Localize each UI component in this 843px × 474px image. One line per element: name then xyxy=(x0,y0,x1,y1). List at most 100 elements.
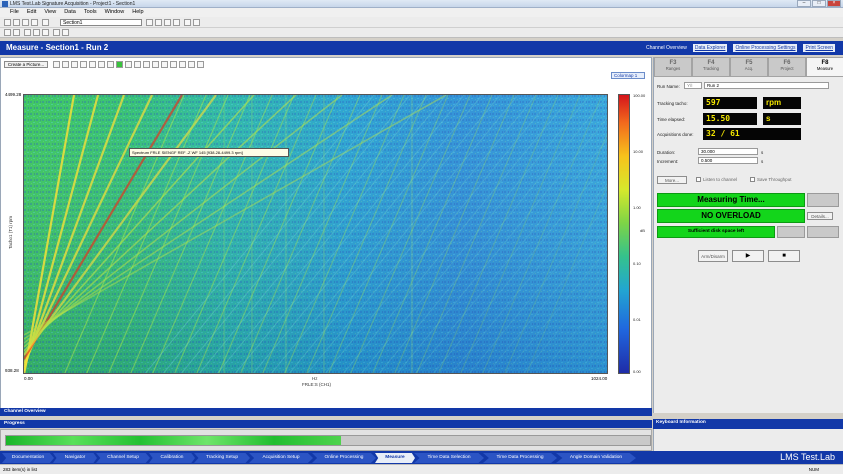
tab-ranges[interactable]: F3 Ranges xyxy=(654,57,692,77)
display-tool-icon[interactable] xyxy=(62,61,69,68)
display-tool-icon[interactable] xyxy=(179,61,186,68)
keyboard-information-bar: Keyboard Information xyxy=(653,419,843,429)
duration-field[interactable]: 30.000 xyxy=(698,148,758,155)
keyboard-information-panel xyxy=(653,429,843,451)
more-button[interactable]: More... xyxy=(657,176,687,184)
workflow-tab-time-data-selection[interactable]: Time Data Selection xyxy=(414,453,484,463)
channel-overview-bar[interactable]: Channel Overview xyxy=(0,408,652,416)
menu-edit[interactable]: Edit xyxy=(27,8,36,17)
close-button[interactable]: × xyxy=(827,0,841,7)
start-button[interactable]: ▶ xyxy=(732,250,764,262)
workflow-tab-measure[interactable]: Measure xyxy=(375,453,415,463)
display-tool-icon[interactable] xyxy=(170,61,177,68)
increment-label: Increment: xyxy=(657,159,679,164)
menu-help[interactable]: Help xyxy=(132,8,143,17)
display-tool-icon[interactable] xyxy=(125,61,132,68)
workflow-tab-angle-domain-validation[interactable]: Angle Domain Validation xyxy=(556,453,636,463)
increment-unit: s xyxy=(761,159,764,164)
colormap-tab[interactable]: Colormap 1 xyxy=(611,72,645,79)
undo-icon[interactable] xyxy=(4,29,11,36)
workflow-tab-channel-setup[interactable]: Channel Setup xyxy=(96,453,150,463)
display-tool-icon[interactable] xyxy=(71,61,78,68)
zoom-icon[interactable] xyxy=(24,29,31,36)
workflow-tab-tracking-setup[interactable]: Tracking Setup xyxy=(194,453,250,463)
menu-tools[interactable]: Tools xyxy=(84,8,97,17)
print-icon[interactable] xyxy=(31,19,38,26)
stop-button[interactable]: ■ xyxy=(768,250,800,262)
arm-disarm-button[interactable]: Arm/Disarm xyxy=(698,250,728,262)
open-icon[interactable] xyxy=(13,19,20,26)
save-icon[interactable] xyxy=(22,19,29,26)
online-processing-settings-link[interactable]: Online Processing Settings xyxy=(733,44,798,52)
details-button[interactable]: Details... xyxy=(807,212,833,220)
tab-tracking[interactable]: F4 Tracking xyxy=(692,57,730,77)
print-screen-link[interactable]: Print Screen xyxy=(803,44,835,52)
increment-field[interactable]: 0.500 xyxy=(698,157,758,164)
display-tool-icon[interactable] xyxy=(197,61,204,68)
new-icon[interactable] xyxy=(4,19,11,26)
spectrogram-plot[interactable] xyxy=(23,94,608,374)
status-indicator xyxy=(777,226,805,238)
cursor-tooltip: Spectrum FRLE SIENGF REF -Z WF 145 [938.… xyxy=(129,148,289,157)
workflow-tab-calibration[interactable]: Calibration xyxy=(149,453,195,463)
minimize-button[interactable]: – xyxy=(797,0,811,7)
workflow-tab-time-data-processing[interactable]: Time Data Processing xyxy=(483,453,557,463)
maximize-button[interactable]: □ xyxy=(812,0,826,7)
data-explorer-link[interactable]: Data Explorer xyxy=(692,44,728,52)
progress-header: Progress xyxy=(0,420,652,428)
delete-icon[interactable] xyxy=(155,19,162,26)
display-tool-icon[interactable] xyxy=(116,61,123,68)
display-tool-icon[interactable] xyxy=(152,61,159,68)
tab-acq[interactable]: F5 Acq. xyxy=(730,57,768,77)
save-throughput-checkbox[interactable]: Save Throughput xyxy=(750,177,791,182)
channel-overview-link[interactable]: Channel Overview xyxy=(646,44,687,52)
display-tool-icon[interactable] xyxy=(161,61,168,68)
paste-icon[interactable] xyxy=(173,19,180,26)
workflow-tab-navigator[interactable]: Navigator xyxy=(53,453,97,463)
run-name-field[interactable]: Run 2 xyxy=(704,82,829,89)
workflow-bar: Documentation Navigator Channel Setup Ca… xyxy=(0,451,843,464)
workflow-tab-documentation[interactable]: Documentation xyxy=(2,453,54,463)
display-tool-icon[interactable] xyxy=(89,61,96,68)
workflow-tab-acquisition-setup[interactable]: Acquisition Setup xyxy=(249,453,313,463)
menu-window[interactable]: Window xyxy=(105,8,125,17)
menu-view[interactable]: View xyxy=(44,8,56,17)
menu-bar: File Edit View Data Tools Window Help xyxy=(0,8,843,17)
run-name-label: Run Name: xyxy=(657,84,680,89)
overload-status: NO OVERLOAD xyxy=(657,209,805,223)
spectrogram-image xyxy=(24,95,607,373)
display-tool-icon[interactable] xyxy=(53,61,60,68)
cut-icon[interactable] xyxy=(146,19,153,26)
grid-icon[interactable] xyxy=(53,29,60,36)
menu-file[interactable]: File xyxy=(10,8,19,17)
tab-measure[interactable]: F8 Measure xyxy=(806,57,843,77)
display-tool-icon[interactable] xyxy=(143,61,150,68)
redo-icon[interactable] xyxy=(13,29,20,36)
display-tool-icon[interactable] xyxy=(188,61,195,68)
menu-data[interactable]: Data xyxy=(64,8,76,17)
display-tool-icon[interactable] xyxy=(107,61,114,68)
pan-icon[interactable] xyxy=(33,29,40,36)
create-picture-button[interactable]: Create a Picture... xyxy=(4,61,48,68)
progress-bar xyxy=(5,435,651,446)
help-icon[interactable] xyxy=(184,19,191,26)
duration-unit: s xyxy=(761,150,764,155)
display-tool-icon[interactable] xyxy=(134,61,141,68)
copy-icon[interactable] xyxy=(164,19,171,26)
colorbar xyxy=(618,94,630,374)
legend-icon[interactable] xyxy=(62,29,69,36)
status-indicator xyxy=(807,226,839,238)
cursor-icon[interactable] xyxy=(42,29,49,36)
window-title-bar: LMS Test.Lab Signature Acquisition - Pro… xyxy=(0,0,843,8)
page-header: Measure - Section1 - Run 2 Channel Overv… xyxy=(0,41,843,55)
context-help-icon[interactable] xyxy=(193,19,200,26)
display-tool-icon[interactable] xyxy=(98,61,105,68)
tab-project[interactable]: F6 Project xyxy=(768,57,806,77)
section-select[interactable]: Section1 xyxy=(60,19,142,26)
listen-to-channel-checkbox[interactable]: Listen to channel xyxy=(696,177,737,182)
tracking-tacho-label: Tracking tacho: xyxy=(657,101,688,106)
workbook-icon[interactable] xyxy=(42,19,49,26)
workflow-tab-online-processing[interactable]: Online Processing xyxy=(312,453,376,463)
display-tool-icon[interactable] xyxy=(80,61,87,68)
time-elapsed-unit: s xyxy=(763,113,801,125)
